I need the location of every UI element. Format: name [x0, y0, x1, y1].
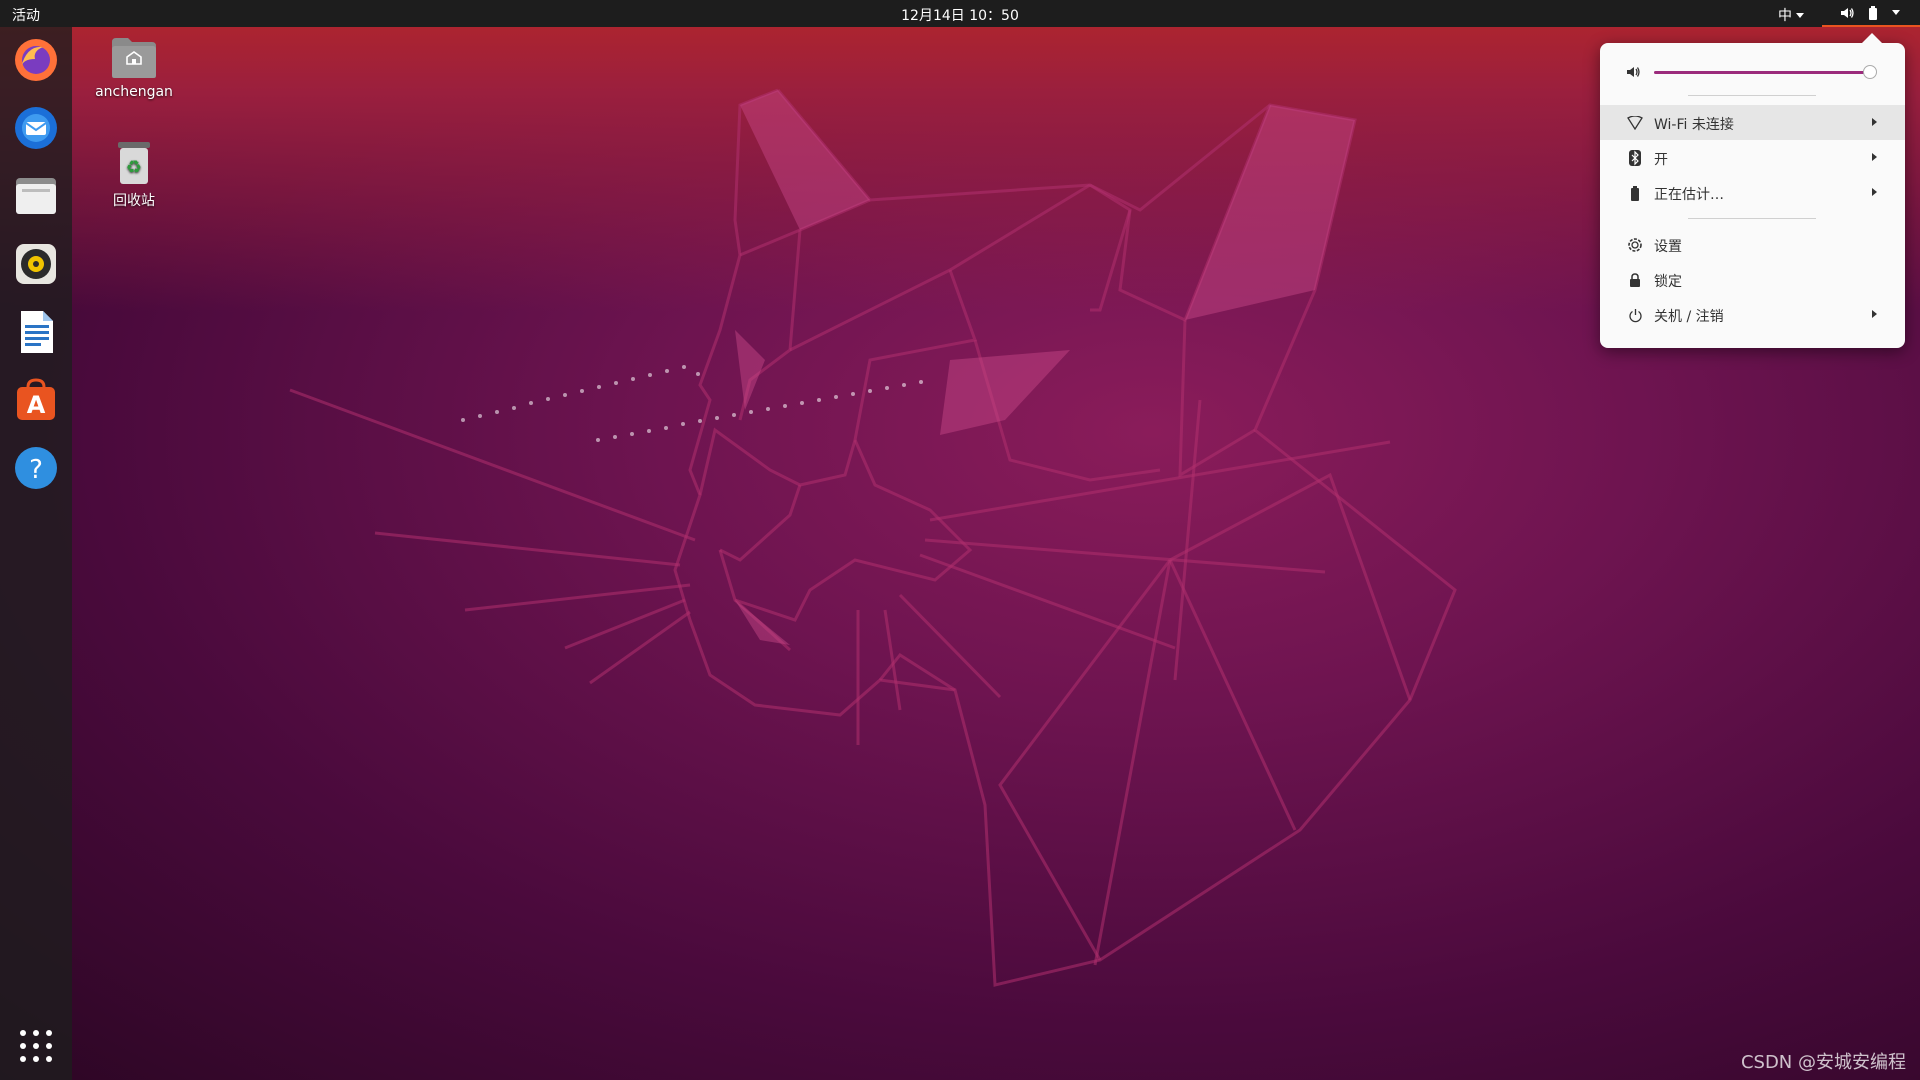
- desktop-icon-label: anchengan: [95, 84, 173, 100]
- menu-item-label: 开: [1654, 152, 1668, 168]
- lock-icon: [1627, 272, 1643, 288]
- volume-row: [1600, 60, 1905, 84]
- battery-icon: [1627, 185, 1643, 201]
- svg-text:A: A: [27, 391, 46, 419]
- power-icon: [1627, 307, 1643, 323]
- menu-item-settings[interactable]: 设置: [1600, 227, 1905, 262]
- thunderbird-icon[interactable]: [12, 104, 60, 152]
- menu-item-label: 关机 / 注销: [1654, 309, 1724, 325]
- watermark: CSDN @安城安编程: [1740, 1052, 1906, 1073]
- volume-slider[interactable]: [1654, 71, 1874, 74]
- clock-button[interactable]: 12月14日 10：50: [901, 5, 1019, 25]
- volume-icon: [1840, 6, 1854, 20]
- show-applications-button[interactable]: [20, 1030, 52, 1062]
- desktop-icon-home[interactable]: anchengan: [74, 36, 194, 100]
- submenu-arrow-icon: [1872, 188, 1877, 196]
- activities-button[interactable]: 活动: [12, 5, 40, 25]
- input-method-label: 中: [1778, 8, 1792, 24]
- volume-slider-handle[interactable]: [1863, 65, 1877, 79]
- menu-item-wifi[interactable]: Wi-Fi 未连接: [1600, 105, 1905, 140]
- menu-item-battery[interactable]: 正在估计…: [1600, 175, 1905, 210]
- submenu-arrow-icon: [1872, 153, 1877, 161]
- menu-item-power[interactable]: 关机 / 注销: [1600, 297, 1905, 332]
- home-folder-icon: [112, 38, 156, 78]
- menu-separator: [1688, 218, 1816, 219]
- svg-text:♻: ♻: [126, 157, 142, 178]
- trash-icon: ♻: [118, 142, 150, 184]
- desktop-icon-label: 回收站: [113, 193, 155, 209]
- chevron-down-icon: [1796, 12, 1804, 18]
- firefox-icon[interactable]: [12, 36, 60, 84]
- submenu-arrow-icon: [1872, 118, 1877, 126]
- files-icon[interactable]: [12, 172, 60, 220]
- dock: A ?: [0, 27, 72, 1080]
- wifi-icon: [1627, 115, 1643, 131]
- menu-item-label: Wi-Fi 未连接: [1654, 117, 1734, 133]
- menu-item-bluetooth[interactable]: 开: [1600, 140, 1905, 175]
- volume-icon: [1626, 65, 1642, 83]
- gear-icon: [1627, 237, 1643, 253]
- chevron-down-icon: [1892, 10, 1900, 15]
- desktop-icon-trash[interactable]: ♻ 回收站: [74, 140, 194, 210]
- menu-item-label: 设置: [1654, 239, 1682, 255]
- battery-icon: [1866, 5, 1880, 20]
- software-icon[interactable]: A: [12, 376, 60, 424]
- help-icon[interactable]: ?: [12, 444, 60, 492]
- input-method-button[interactable]: 中: [1778, 5, 1804, 25]
- menu-pointer: [1862, 33, 1882, 43]
- system-menu: Wi-Fi 未连接 开 正在估计… 设置 锁定 关机 / 注销: [1600, 43, 1905, 348]
- svg-text:?: ?: [29, 455, 43, 485]
- libreoffice-writer-icon[interactable]: [12, 308, 60, 356]
- rhythmbox-icon[interactable]: [12, 240, 60, 288]
- system-tray-button[interactable]: [1822, 0, 1920, 27]
- submenu-arrow-icon: [1872, 310, 1877, 318]
- menu-item-label: 正在估计…: [1654, 187, 1724, 203]
- top-bar: 活动 12月14日 10：50 中: [0, 0, 1920, 27]
- menu-separator: [1688, 95, 1816, 96]
- menu-item-lock[interactable]: 锁定: [1600, 262, 1905, 297]
- menu-item-label: 锁定: [1654, 274, 1682, 290]
- bluetooth-icon: [1627, 150, 1643, 166]
